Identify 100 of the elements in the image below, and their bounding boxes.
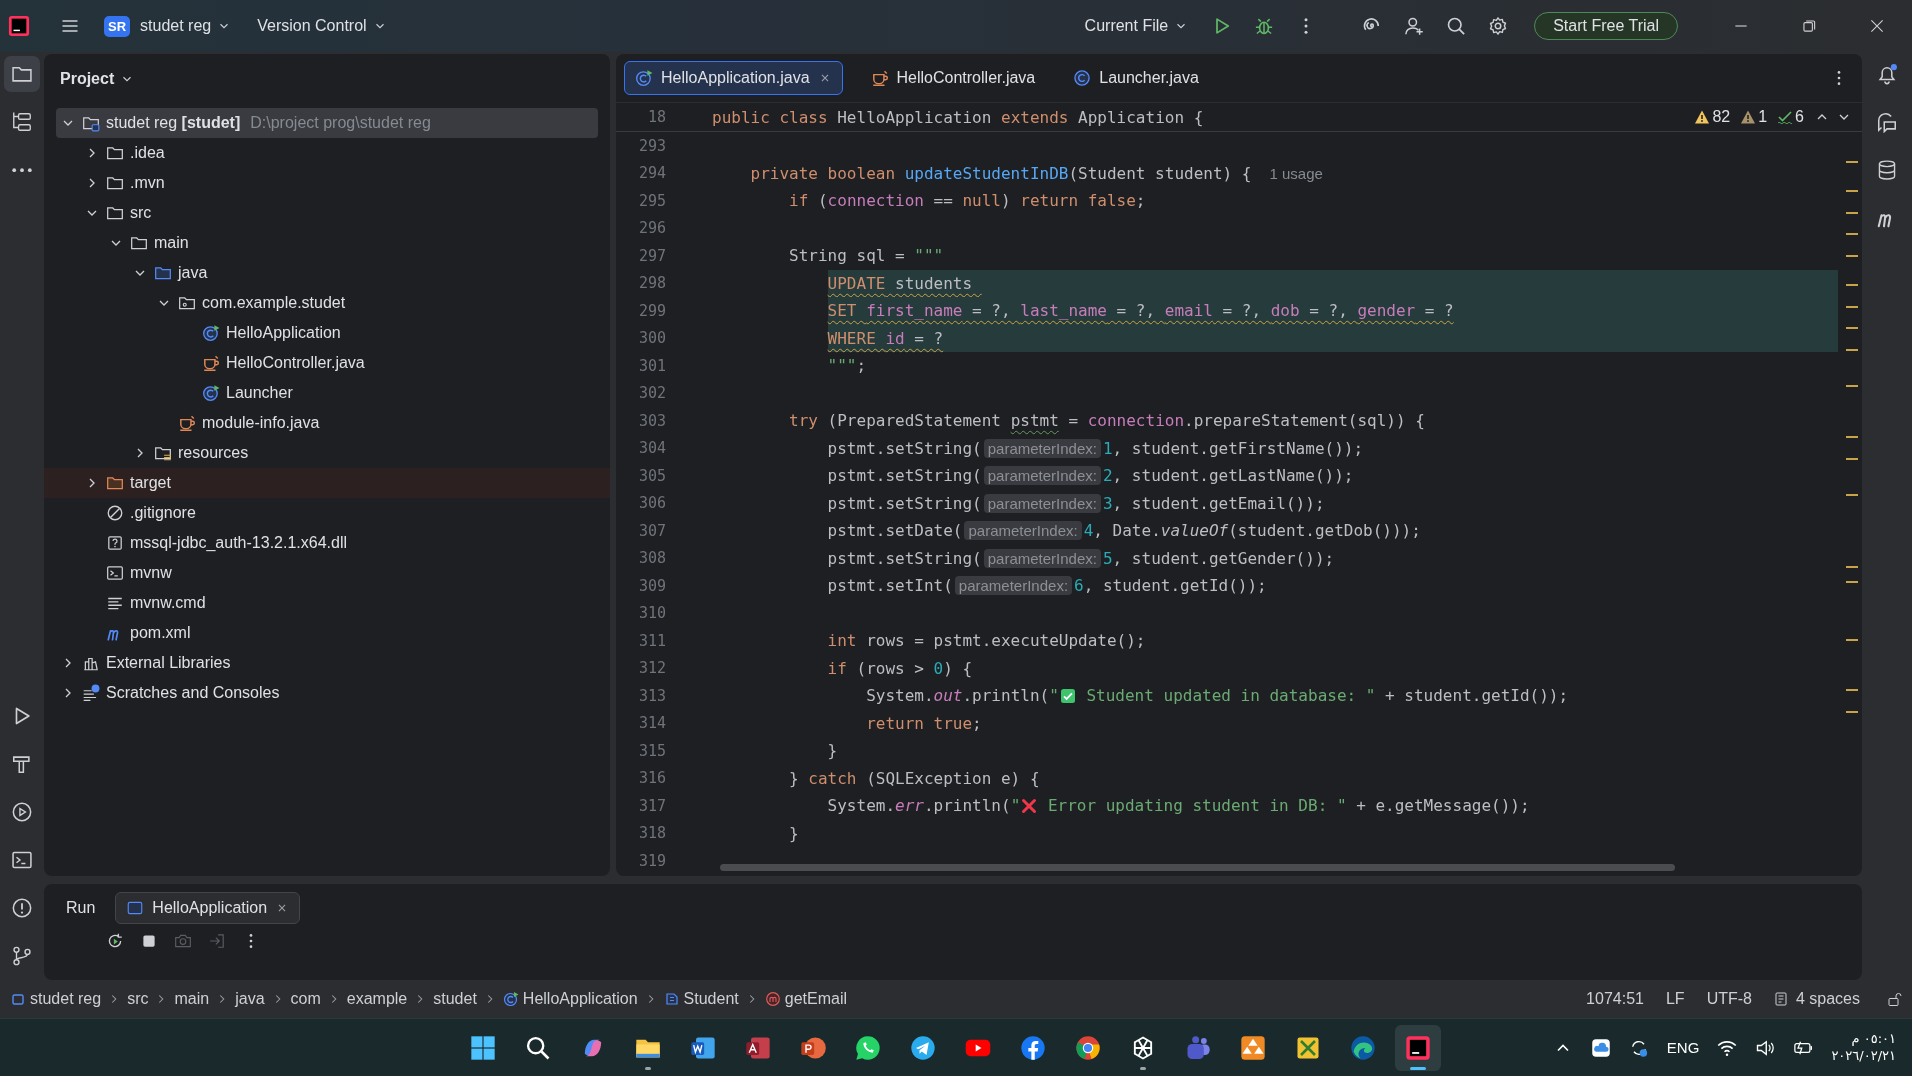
folder-tool-button[interactable] xyxy=(4,56,40,92)
code-text: .prepareStatement(sql)) { xyxy=(1184,411,1425,431)
clock[interactable]: ٠٥:٠١ م ٢٠٢٦/٠٢/٢١ xyxy=(1831,1030,1896,1065)
folder-icon xyxy=(106,144,124,162)
module-folder-icon xyxy=(82,114,100,132)
project-selector[interactable]: SR studet reg xyxy=(96,9,240,43)
breadcrumb[interactable]: getEmail xyxy=(764,990,847,1008)
tree-item[interactable]: .gitignore xyxy=(44,498,610,528)
line-separator[interactable]: LF xyxy=(1665,990,1685,1008)
tree-item[interactable]: module-info.java xyxy=(44,408,610,438)
method-name: updateStudentInDB xyxy=(904,163,1069,183)
number-literal: 6 xyxy=(1074,576,1084,596)
app-logo-icon[interactable] xyxy=(8,15,30,37)
record-icon xyxy=(663,991,680,1007)
horizontal-scrollbar[interactable] xyxy=(720,864,1675,871)
field-name: connection xyxy=(827,191,924,211)
project-view-menu[interactable]: Project xyxy=(54,69,141,89)
tree-item[interactable]: HelloApplication xyxy=(44,318,610,348)
class-icon xyxy=(635,69,653,87)
number-literal: 4 xyxy=(1083,521,1094,541)
breadcrumb[interactable]: java xyxy=(235,990,265,1008)
number-literal: 0 xyxy=(933,658,944,678)
tree-item[interactable]: main xyxy=(44,228,610,258)
number-literal: 3 xyxy=(1102,493,1113,513)
code-text: = ?, xyxy=(1115,301,1157,321)
breadcrumb[interactable]: studet xyxy=(433,990,477,1008)
tree-item[interactable]: HelloController.java xyxy=(44,348,610,378)
breadcrumb[interactable]: Student xyxy=(663,990,739,1008)
tree-item[interactable]: .idea xyxy=(44,138,610,168)
vcs-menu[interactable]: Version Control xyxy=(249,11,395,41)
breadcrumb[interactable]: example xyxy=(346,990,408,1008)
breadcrumb[interactable]: com xyxy=(290,990,321,1008)
cup-icon xyxy=(178,414,196,432)
tree-item[interactable]: Scratches and Consoles xyxy=(44,678,610,708)
tree-item[interactable]: resources xyxy=(44,438,610,468)
editor-tab[interactable]: HelloController.java xyxy=(860,62,1046,94)
run-configuration-selector[interactable]: Current File xyxy=(1076,11,1197,41)
chat-icon[interactable] xyxy=(1876,111,1898,133)
input-language[interactable]: ENG xyxy=(1666,1039,1700,1056)
code-text: pstmt.setString( xyxy=(827,548,982,568)
tree-item[interactable]: Launcher xyxy=(44,378,610,408)
usage-hint[interactable]: 1 usage xyxy=(1269,164,1323,182)
static-field: out xyxy=(933,686,963,706)
code-text: , student.getId()); xyxy=(1083,576,1267,596)
tree-item[interactable]: mssql-jdbc_auth-13.2.1.x64.dll xyxy=(44,528,610,558)
rerun-icon[interactable] xyxy=(106,932,124,950)
typos-counter[interactable]: 6 xyxy=(1777,108,1804,126)
folder-icon xyxy=(106,174,124,192)
structure-icon xyxy=(11,111,33,133)
ide-icon[interactable] xyxy=(1395,1024,1441,1071)
line-number: 301 xyxy=(637,356,667,375)
warnings-counter[interactable]: 82 xyxy=(1694,108,1731,126)
breadcrumb[interactable]: src xyxy=(127,990,149,1008)
stop-icon[interactable] xyxy=(140,932,158,950)
editor-tab[interactable]: HelloApplication.java xyxy=(624,61,843,95)
line-number: 311 xyxy=(637,631,667,650)
tree-item[interactable]: studet reg [studet] D:\project prog\studet reg xyxy=(56,108,598,138)
file-encoding[interactable]: UTF-8 xyxy=(1706,990,1752,1008)
bell-icon[interactable] xyxy=(1876,63,1898,85)
resources-folder-icon xyxy=(154,444,172,462)
code-text: String sql = xyxy=(789,246,906,266)
tree-item[interactable]: mvnw xyxy=(44,558,610,588)
string-literal: """ xyxy=(827,356,857,376)
parameter-hint: parameterIndex: xyxy=(964,521,1082,541)
line-number: 310 xyxy=(637,604,667,623)
sql-keyword: UPDATE xyxy=(827,273,886,293)
code-text: = ?, xyxy=(1308,301,1349,321)
indent-setting[interactable]: 4 spaces xyxy=(1773,990,1860,1008)
database-icon[interactable] xyxy=(1876,159,1898,181)
line-number: 293 xyxy=(637,136,667,155)
breadcrumb[interactable]: main xyxy=(174,990,210,1008)
cross-mark-icon xyxy=(1021,797,1038,814)
start-free-trial-button[interactable]: Start Free Trial xyxy=(1534,12,1678,40)
breadcrumb[interactable]: HelloApplication xyxy=(502,990,638,1008)
tree-item[interactable]: mvnw.cmd xyxy=(44,588,610,618)
run-tab[interactable]: HelloApplication xyxy=(115,892,301,924)
field-name: first_name xyxy=(866,301,963,321)
string-literal: Student updated in database: " xyxy=(1085,686,1376,706)
tree-item[interactable]: target xyxy=(44,468,610,498)
caret-position[interactable]: 1074:51 xyxy=(1586,990,1644,1008)
method-name: valueOf xyxy=(1160,521,1229,541)
code-text: = ?, xyxy=(1221,301,1263,321)
cloud-icon[interactable] xyxy=(1590,1037,1611,1058)
weak-warnings-counter[interactable]: 1 xyxy=(1740,108,1768,126)
editor-tab[interactable]: Launcher.java xyxy=(1063,62,1209,94)
tree-item[interactable]: com.example.studet xyxy=(44,288,610,318)
tree-item[interactable]: External Libraries xyxy=(44,648,610,678)
parameter-hint: parameterIndex: xyxy=(983,548,1101,568)
breadcrumb[interactable]: studet reg xyxy=(10,990,102,1008)
tree-item[interactable]: pom.xml xyxy=(44,618,610,648)
more-icon xyxy=(12,167,32,173)
cup-icon xyxy=(870,69,889,87)
tree-item[interactable]: java xyxy=(44,258,610,288)
code-text: System. xyxy=(866,686,934,706)
code-text: } xyxy=(789,768,800,788)
line-number: 300 xyxy=(637,329,667,348)
lock-icon[interactable] xyxy=(1886,991,1902,1007)
code-text: .println( xyxy=(962,686,1050,706)
tree-item[interactable]: .mvn xyxy=(44,168,610,198)
tree-item[interactable]: src xyxy=(44,198,610,228)
